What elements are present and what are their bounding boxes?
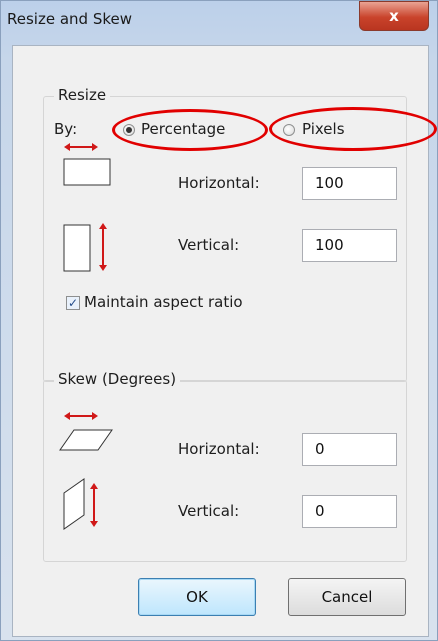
ok-button[interactable]: OK <box>138 578 256 616</box>
resize-vertical-input[interactable]: 100 <box>302 229 397 262</box>
resize-horizontal-input[interactable]: 100 <box>302 167 397 200</box>
resize-skew-dialog: Resize and Skew x Resize By: Percentage … <box>0 0 438 641</box>
close-button[interactable]: x <box>359 1 429 31</box>
pixels-highlight-ellipse <box>269 107 437 151</box>
title-bar[interactable]: Resize and Skew x <box>1 1 437 41</box>
resize-horizontal-icon <box>63 143 111 186</box>
skew-horizontal-input[interactable]: 0 <box>302 433 397 466</box>
skew-horizontal-icon <box>59 412 113 451</box>
skew-horizontal-label: Horizontal: <box>178 440 260 458</box>
resize-vertical-label: Vertical: <box>178 236 240 254</box>
maintain-aspect-ratio-check[interactable]: ✓ <box>66 296 80 310</box>
maintain-aspect-ratio-label[interactable]: Maintain aspect ratio <box>84 293 243 311</box>
resize-group-title: Resize <box>54 86 111 104</box>
resize-vertical-icon <box>63 223 107 272</box>
skew-vertical-input[interactable]: 0 <box>302 495 397 528</box>
resize-horizontal-label: Horizontal: <box>178 174 260 192</box>
by-label: By: <box>54 120 78 138</box>
skew-group: Skew (Degrees) Horizontal: 0 Vertical: 0 <box>43 370 407 562</box>
skew-vertical-label: Vertical: <box>178 502 240 520</box>
window-title: Resize and Skew <box>7 10 132 28</box>
percentage-highlight-ellipse <box>112 109 268 151</box>
skew-vertical-icon <box>63 478 98 530</box>
skew-group-title: Skew (Degrees) <box>54 370 181 388</box>
cancel-button[interactable]: Cancel <box>288 578 406 616</box>
